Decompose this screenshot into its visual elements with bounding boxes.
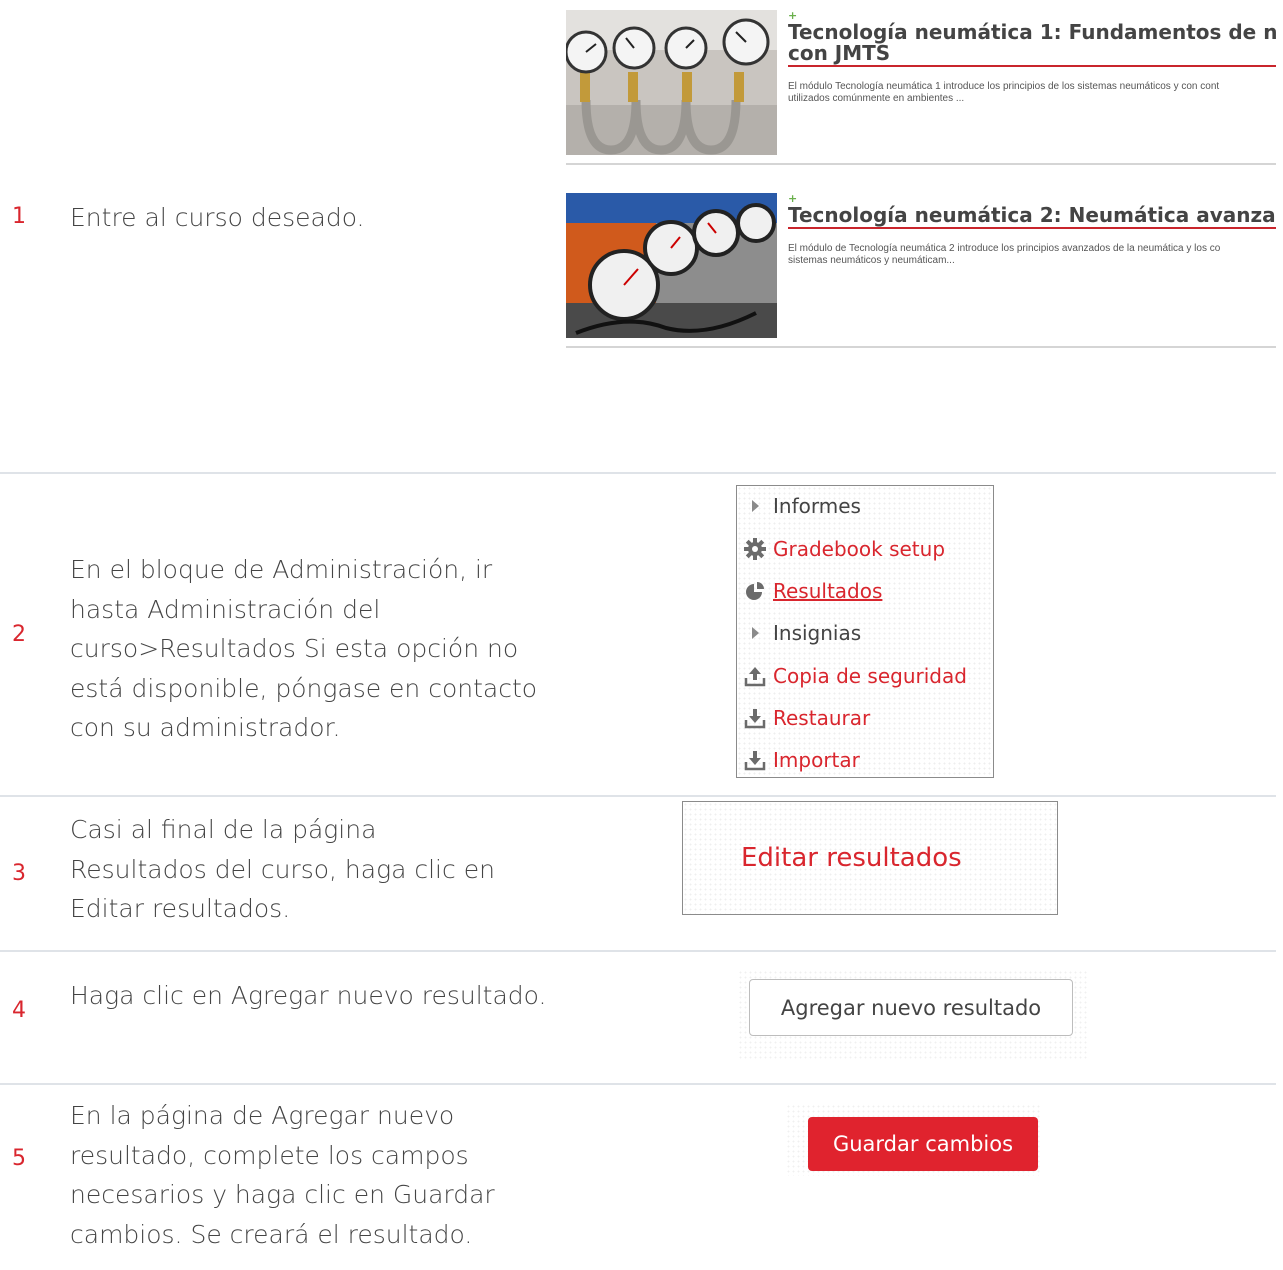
- pressure-gauges-photo: [566, 10, 777, 155]
- course-description: El módulo Tecnología neumática 1 introdu…: [788, 81, 1276, 105]
- step-number-4: 4: [12, 998, 26, 1023]
- caret-right-icon: [737, 626, 773, 640]
- section-divider: [0, 472, 1276, 474]
- admin-item-resultados[interactable]: Resultados: [737, 576, 882, 606]
- admin-item-label[interactable]: Insignias: [773, 621, 861, 645]
- card-divider: [566, 346, 1276, 348]
- save-changes-button[interactable]: Guardar cambios: [808, 1117, 1038, 1171]
- step-line: está disponible, póngase en contacto: [70, 673, 538, 703]
- course-image-gauges-2[interactable]: [566, 193, 777, 338]
- admin-item-label[interactable]: Importar: [773, 748, 860, 772]
- edit-results-link[interactable]: Editar resultados: [741, 843, 962, 873]
- step-line: resultado, complete los campos: [70, 1140, 469, 1170]
- course-title-line1[interactable]: Tecnología neumática 2: Neumática avanza…: [788, 205, 1276, 227]
- step-text-1: Entre al curso deseado.: [70, 198, 365, 238]
- step-line: En la página de Agregar nuevo: [70, 1101, 455, 1130]
- step-line: En el bloque de Administración, ir: [70, 555, 493, 584]
- admin-item-gradebook-setup[interactable]: Gradebook setup: [737, 534, 945, 564]
- admin-item-label[interactable]: Resultados: [773, 579, 882, 603]
- course-card-1[interactable]: + Tecnología neumática 1: Fundamentos de…: [566, 10, 1276, 167]
- download-icon: [737, 749, 773, 771]
- course-card-2[interactable]: + Tecnología neumática 2: Neumática avan…: [566, 193, 1276, 350]
- section-divider: [0, 1083, 1276, 1085]
- admin-item-label[interactable]: Restaurar: [773, 706, 870, 730]
- course-desc-line2: utilizados comúnmente en ambientes ...: [788, 93, 965, 104]
- admin-item-copia-de-seguridad[interactable]: Copia de seguridad: [737, 661, 967, 691]
- plus-icon: +: [788, 10, 798, 22]
- course-title[interactable]: Tecnología neumática 1: Fundamentos de n…: [788, 22, 1276, 67]
- course-image-gauges[interactable]: [566, 10, 777, 155]
- caret-right-icon: [737, 499, 773, 513]
- admin-item-label[interactable]: Informes: [773, 494, 861, 518]
- admin-item-label[interactable]: Copia de seguridad: [773, 664, 967, 688]
- course-desc-line1: El módulo de Tecnología neumática 2 intr…: [788, 243, 1221, 254]
- pie-chart-icon: [737, 580, 773, 602]
- admin-item-importar[interactable]: Importar: [737, 745, 860, 775]
- step-number-5: 5: [12, 1146, 26, 1171]
- page-right-edge: [1276, 0, 1283, 1270]
- step-line: Entre al curso deseado.: [70, 203, 365, 232]
- step-text-4: Haga clic en Agregar nuevo resultado.: [70, 976, 546, 1016]
- administration-block: Informes Gradebook setup Resultados Insi…: [736, 485, 994, 778]
- section-divider: [0, 950, 1276, 952]
- step-line: Haga clic en Agregar nuevo resultado.: [70, 981, 547, 1010]
- course-desc-line1: El módulo Tecnología neumática 1 introdu…: [788, 81, 1220, 92]
- step-text-2: En el bloque de Administración, ir hasta…: [70, 550, 537, 748]
- step-line: cambios. Se creará el resultado.: [70, 1219, 473, 1249]
- download-icon: [737, 707, 773, 729]
- step-line: con su administrador.: [70, 713, 341, 742]
- step-line: Casi al final de la página: [70, 815, 377, 844]
- plus-icon: +: [788, 193, 798, 205]
- course-description-2: El módulo de Tecnología neumática 2 intr…: [788, 243, 1276, 267]
- gear-icon: [737, 538, 773, 560]
- course-title-2[interactable]: Tecnología neumática 2: Neumática avanza…: [788, 205, 1276, 229]
- add-new-outcome-button[interactable]: Agregar nuevo resultado: [749, 979, 1073, 1036]
- upload-icon: [737, 665, 773, 687]
- course-card-body: + Tecnología neumática 1: Fundamentos de…: [788, 10, 1276, 105]
- step-text-3: Casi al final de la página Resultados de…: [70, 810, 495, 929]
- edit-results-link-box[interactable]: Editar resultados: [682, 801, 1058, 915]
- admin-item-insignias[interactable]: Insignias: [737, 618, 861, 648]
- course-title-line2[interactable]: con JMTS: [788, 41, 890, 65]
- pressure-gauges-photo-2: [566, 193, 777, 338]
- step-number-1: 1: [12, 204, 26, 229]
- step-text-5: En la página de Agregar nuevo resultado,…: [70, 1096, 495, 1254]
- admin-item-informes[interactable]: Informes: [737, 491, 861, 521]
- admin-item-label[interactable]: Gradebook setup: [773, 537, 945, 561]
- section-divider: [0, 795, 1276, 797]
- step-number-2: 2: [12, 622, 26, 647]
- course-card-body-2: + Tecnología neumática 2: Neumática avan…: [788, 193, 1276, 267]
- step-line: Editar resultados.: [70, 894, 291, 923]
- step-line: curso>Resultados Si esta opción no: [70, 634, 519, 663]
- step-line: necesarios y haga clic en Guardar: [70, 1180, 495, 1209]
- admin-item-restaurar[interactable]: Restaurar: [737, 703, 870, 733]
- card-divider: [566, 163, 1276, 165]
- step-line: hasta Administración del: [70, 594, 381, 624]
- step-line: Resultados del curso, haga clic en: [70, 854, 495, 884]
- step-number-3: 3: [12, 861, 26, 886]
- course-desc-line2: sistemas neumáticos y neumáticam...: [788, 255, 955, 266]
